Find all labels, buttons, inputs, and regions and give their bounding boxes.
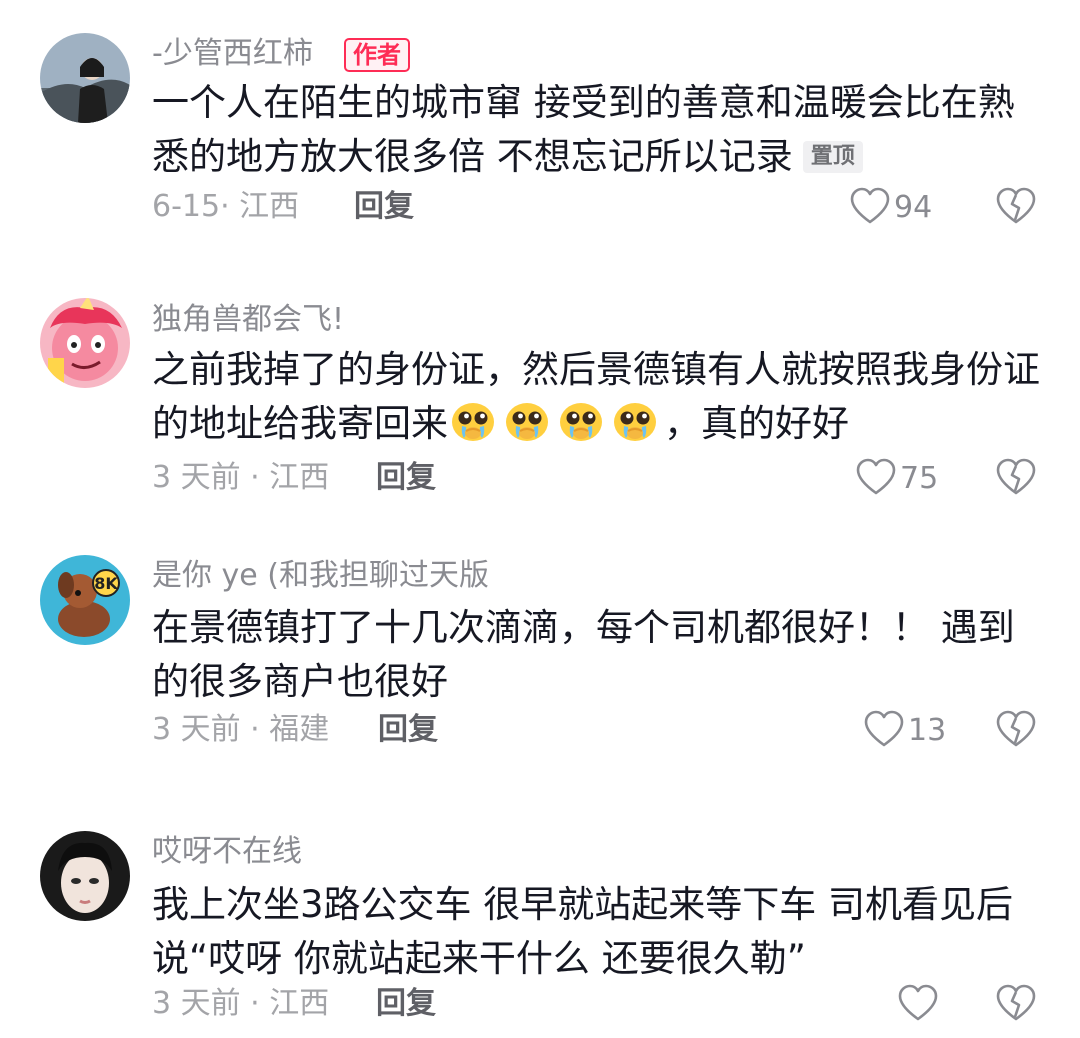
broken-heart-icon[interactable] bbox=[996, 984, 1036, 1024]
reply-button[interactable]: 回复 bbox=[378, 710, 438, 750]
username[interactable]: 是你 ye (和我担聊过天版 bbox=[152, 556, 489, 596]
username[interactable]: -少管西红柿 bbox=[152, 34, 313, 74]
photo-avatar-icon[interactable] bbox=[40, 33, 130, 123]
pleading-face-icon bbox=[560, 403, 602, 441]
comment-text-content: ，真的好好 bbox=[664, 402, 849, 445]
like-button[interactable]: 94 bbox=[850, 187, 932, 227]
face-photo-avatar-icon[interactable] bbox=[40, 831, 130, 921]
dog-cartoon-avatar-icon[interactable]: 8K bbox=[40, 555, 130, 645]
like-count: 94 bbox=[894, 189, 933, 225]
comment-text: 之前我掉了的身份证，然后景德镇有人就按照我身份证的地址给我寄回来 ，真的好好 bbox=[152, 343, 1042, 451]
broken-heart-icon[interactable] bbox=[996, 187, 1036, 227]
reply-button[interactable]: 回复 bbox=[376, 458, 436, 498]
heart-icon bbox=[856, 458, 896, 495]
comment-text-content: 在景德镇打了十几次滴滴，每个司机都很好！！ 遇到的很多商户也很好 bbox=[152, 606, 1015, 703]
pleading-face-icon bbox=[452, 403, 494, 441]
pleading-face-icon bbox=[506, 403, 548, 441]
comment-meta: 3 天前 · 江西 bbox=[152, 460, 330, 495]
like-button[interactable]: 13 bbox=[864, 710, 946, 750]
pinned-badge: 置顶 bbox=[802, 141, 863, 173]
pleading-face-icon bbox=[614, 403, 656, 441]
like-button[interactable] bbox=[898, 984, 942, 1024]
comment-meta: 6-15· 江西 bbox=[152, 189, 300, 224]
comment-text-content: 一个人在陌生的城市窜 接受到的善意和温暖会比在熟悉的地方放大很多倍 不想忘记所以… bbox=[152, 81, 1015, 178]
heart-icon bbox=[864, 710, 904, 747]
reply-button[interactable]: 回复 bbox=[376, 984, 436, 1024]
comment-text: 我上次坐3路公交车 很早就站起来等下车 司机看见后说“哎呀 你就站起来干什么 还… bbox=[152, 878, 1042, 986]
heart-icon bbox=[850, 187, 890, 224]
comment-meta: 3 天前 · 福建 bbox=[152, 712, 330, 747]
like-count: 75 bbox=[900, 460, 939, 496]
comment-text: 一个人在陌生的城市窜 接受到的善意和温暖会比在熟悉的地方放大很多倍 不想忘记所以… bbox=[152, 76, 1042, 184]
broken-heart-icon[interactable] bbox=[996, 710, 1036, 750]
heart-icon bbox=[898, 984, 938, 1021]
pink-cartoon-avatar-icon[interactable] bbox=[40, 298, 130, 388]
reply-button[interactable]: 回复 bbox=[354, 187, 414, 227]
author-badge: 作者 bbox=[344, 38, 410, 72]
svg-text:8K: 8K bbox=[94, 574, 118, 593]
like-button[interactable]: 75 bbox=[856, 458, 938, 498]
comment-text: 在景德镇打了十几次滴滴，每个司机都很好！！ 遇到的很多商户也很好 bbox=[152, 601, 1042, 709]
username[interactable]: 独角兽都会飞! bbox=[152, 300, 344, 340]
comment-meta: 3 天前 · 江西 bbox=[152, 986, 330, 1021]
broken-heart-icon[interactable] bbox=[996, 458, 1036, 498]
username[interactable]: 哎呀不在线 bbox=[152, 832, 302, 872]
like-count: 13 bbox=[908, 712, 947, 748]
comment-text-content: 我上次坐3路公交车 很早就站起来等下车 司机看见后说“哎呀 你就站起来干什么 还… bbox=[152, 883, 1014, 980]
